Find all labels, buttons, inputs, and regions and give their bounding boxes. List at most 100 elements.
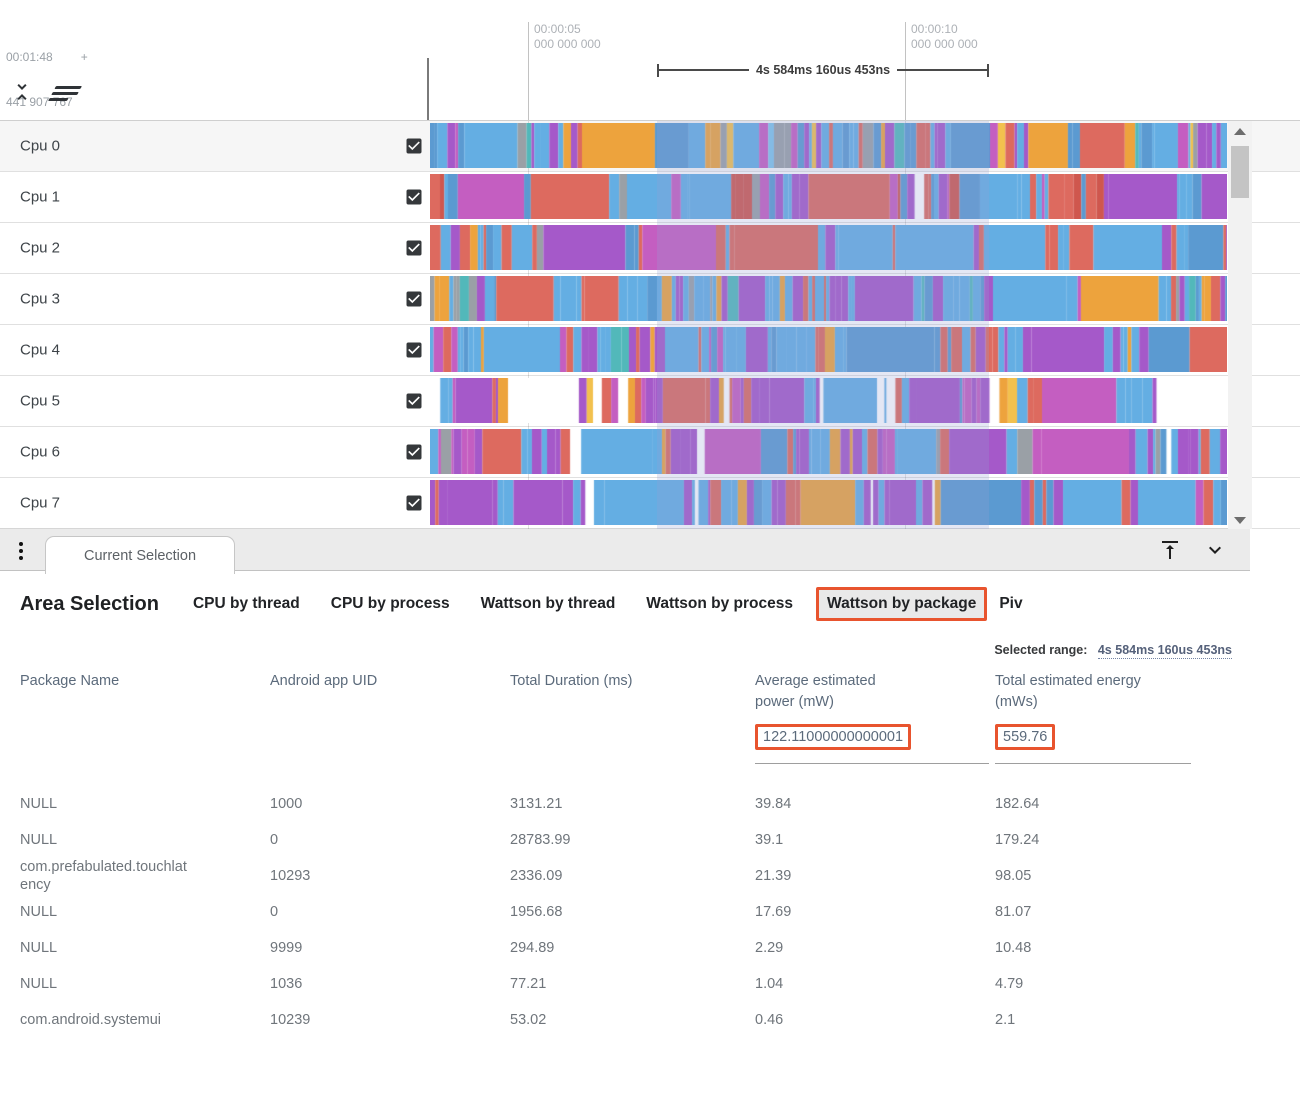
- timeline-ruler: 00:01:48+ 441 907 767 00:00:05 000 000 0…: [0, 0, 1300, 120]
- tick-label: 00:00:05 000 000 000: [534, 22, 601, 52]
- selected-range-marker: 4s 584ms 160us 453ns: [657, 63, 989, 77]
- table-cell: NULL: [20, 966, 192, 1002]
- column-header: Android app UID: [270, 671, 510, 713]
- cpu-track-row: Cpu 6: [0, 427, 1300, 478]
- cpu-track-row: Cpu 0: [0, 121, 1300, 172]
- table-cell: 28783.99: [510, 822, 755, 858]
- track-checkbox[interactable]: [404, 442, 424, 462]
- table-cell: 182.64: [995, 786, 1232, 822]
- table-cell: NULL: [20, 786, 192, 822]
- table-cell: 39.1: [755, 822, 995, 858]
- panel-title: Area Selection: [20, 593, 159, 616]
- table-cell: 3131.21: [510, 786, 755, 822]
- table-cell: 39.84: [755, 786, 995, 822]
- wattson-table-summary-row: 122.11000000000001 559.76: [20, 724, 1232, 777]
- table-cell: 17.69: [755, 894, 995, 930]
- selection-tab-wattson-by-package[interactable]: Wattson by package: [816, 587, 987, 621]
- track-label: Cpu 4: [20, 342, 60, 359]
- chevron-down-icon: [1203, 538, 1227, 562]
- range-marker-right-cap: [987, 64, 989, 77]
- track-label: Cpu 6: [20, 444, 60, 461]
- table-cell: 77.21: [510, 966, 755, 1002]
- bottom-panel-tab-strip: Current Selection: [0, 528, 1250, 571]
- table-cell: 98.05: [995, 858, 1232, 894]
- selection-tab-wattson-by-process[interactable]: Wattson by process: [646, 595, 793, 613]
- track-label: Cpu 3: [20, 291, 60, 308]
- table-cell: 1.04: [755, 966, 995, 1002]
- tick-line: [528, 22, 529, 120]
- table-cell: NULL: [20, 930, 192, 966]
- collapse-tracks-button[interactable]: [10, 80, 34, 104]
- table-cell: 53.02: [510, 1002, 755, 1038]
- table-cell: 0: [270, 822, 510, 858]
- table-cell: 179.24: [995, 822, 1232, 858]
- track-checkbox[interactable]: [404, 136, 424, 156]
- track-label: Cpu 0: [20, 138, 60, 155]
- selection-tab-wattson-by-thread[interactable]: Wattson by thread: [481, 595, 616, 613]
- table-cell: 1000: [270, 786, 510, 822]
- kebab-menu-icon: [19, 542, 23, 560]
- table-cell: 294.89: [510, 930, 755, 966]
- table-cell: 1956.68: [510, 894, 755, 930]
- cpu-track-row: Cpu 2: [0, 223, 1300, 274]
- range-marker-line: [659, 69, 749, 71]
- column-header: Total estimated energy (mWs): [995, 671, 1169, 713]
- track-label: Cpu 2: [20, 240, 60, 257]
- track-label: Cpu 1: [20, 189, 60, 206]
- cpu-track-row: Cpu 7: [0, 478, 1300, 529]
- cpu-track-row: Cpu 3: [0, 274, 1300, 325]
- track-label: Cpu 5: [20, 393, 60, 410]
- table-cell: 2.1: [995, 1002, 1232, 1038]
- table-cell: 21.39: [755, 858, 995, 894]
- panel-menu-button[interactable]: [14, 538, 28, 564]
- cpu-track-row: Cpu 4: [0, 325, 1300, 376]
- column-header: Total Duration (ms): [510, 671, 755, 713]
- tab-current-selection[interactable]: Current Selection: [45, 536, 235, 574]
- table-cell: com.prefabulated.touchlatency: [20, 858, 192, 894]
- table-cell: NULL: [20, 894, 192, 930]
- selected-range-value[interactable]: 4s 584ms 160us 453ns: [1098, 643, 1232, 659]
- cpu-track-row: Cpu 1: [0, 172, 1300, 223]
- table-cell: 0: [270, 894, 510, 930]
- range-marker-line: [897, 69, 987, 71]
- track-panel-resize-divider[interactable]: [427, 58, 429, 120]
- scrollbar-thumb[interactable]: [1231, 146, 1249, 198]
- track-checkbox[interactable]: [404, 391, 424, 411]
- wattson-table-header: Package NameAndroid app UIDTotal Duratio…: [20, 671, 1232, 713]
- table-cell: 10.48: [995, 930, 1232, 966]
- table-cell: 2.29: [755, 930, 995, 966]
- selected-range-readout: Selected range: 4s 584ms 160us 453ns: [20, 643, 1232, 657]
- area-selection-overlay[interactable]: [657, 121, 989, 529]
- range-marker-label: 4s 584ms 160us 453ns: [749, 63, 897, 77]
- table-cell: 1036: [270, 966, 510, 1002]
- tick-label: 00:00:10 000 000 000: [911, 22, 978, 52]
- table-cell: 4.79: [995, 966, 1232, 1002]
- table-cell: 0.46: [755, 1002, 995, 1038]
- perfetto-trace-viewer: 00:01:48+ 441 907 767 00:00:05 000 000 0…: [0, 0, 1300, 1104]
- selected-range-label: Selected range:: [994, 643, 1087, 657]
- table-cell: 2336.09: [510, 858, 755, 894]
- track-label: Cpu 7: [20, 495, 60, 512]
- table-cell: 81.07: [995, 894, 1232, 930]
- selection-tab-cpu-by-thread[interactable]: CPU by thread: [193, 595, 300, 613]
- column-header: Average estimated power (mW): [755, 671, 905, 713]
- unfold-less-icon: [10, 80, 34, 104]
- total-energy-total-value: 559.76: [995, 724, 1055, 750]
- selection-tab-piv[interactable]: Piv: [999, 595, 1022, 613]
- collapse-panel-button[interactable]: [1203, 538, 1227, 562]
- selection-tab-cpu-by-process[interactable]: CPU by process: [331, 595, 450, 613]
- wattson-table-rows: NULL 10003131.2139.84182.64 NULL 028783.993…: [20, 786, 1232, 1038]
- expand-panel-to-top-button[interactable]: [1158, 538, 1182, 562]
- table-cell: 9999: [270, 930, 510, 966]
- track-checkbox[interactable]: [404, 340, 424, 360]
- scrollbar-up-arrow-icon[interactable]: [1234, 128, 1246, 135]
- scrollbar-down-arrow-icon[interactable]: [1234, 517, 1246, 524]
- track-checkbox[interactable]: [404, 493, 424, 513]
- track-checkbox[interactable]: [404, 289, 424, 309]
- track-checkbox[interactable]: [404, 238, 424, 258]
- table-cell: 10239: [270, 1002, 510, 1038]
- table-cell: 10293: [270, 858, 510, 894]
- cpu-tracks-area: Cpu 0 Cpu 1 Cpu 2 Cpu 3 Cpu 4 Cpu 5 Cpu …: [0, 120, 1300, 529]
- track-checkbox[interactable]: [404, 187, 424, 207]
- tracks-vertical-scrollbar[interactable]: [1228, 121, 1252, 529]
